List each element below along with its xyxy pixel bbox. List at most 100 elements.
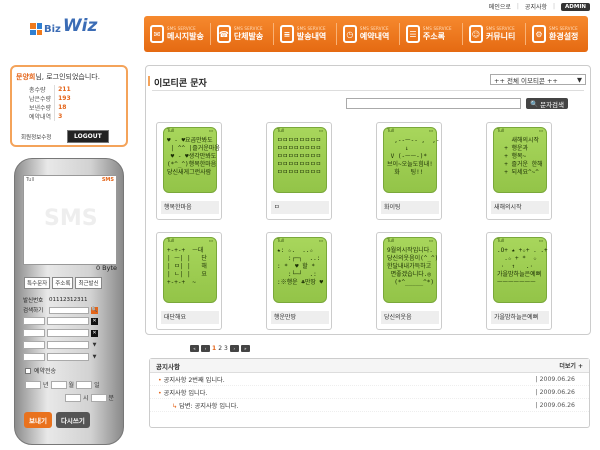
admin-button[interactable]: ADMIN xyxy=(561,2,590,11)
nav-item[interactable]: ☺ SMS SERVICE 커뮤니티 xyxy=(468,19,519,49)
notice-item-title[interactable]: 답변: 공지사항 입니다. xyxy=(158,401,238,410)
notice-header: 공지사항 더보기 + xyxy=(150,359,589,373)
signal-icon: Tull xyxy=(497,129,505,134)
recipient-number-input[interactable] xyxy=(47,353,89,361)
group-send-icon: ☎ xyxy=(216,25,231,43)
nav-item[interactable]: ☰ SMS SERVICE 주소록 xyxy=(405,19,456,49)
day-input[interactable] xyxy=(76,380,93,389)
reserve-date: 년 월 일 xyxy=(25,380,100,389)
reserve-checkbox[interactable] xyxy=(25,367,31,374)
emoticon-name: 행복한마음 xyxy=(161,201,219,214)
edit-profile-link[interactable]: 회원정보수정 xyxy=(21,133,51,141)
emoticon-text: 9월의시작입니다. 당신의웃음이(^_^) 한달내내가득하고 면좋겠습니다.◎ … xyxy=(387,247,439,286)
page-number[interactable]: 1 xyxy=(212,345,216,352)
last-page-icon[interactable]: » xyxy=(240,345,250,352)
lcd-screen: Tull ▭ 새해의시작 + 행운과 + 행복~ + 즐거운 한해 + 되세요^~… xyxy=(493,127,547,193)
recipient-name-input[interactable] xyxy=(23,353,45,361)
emoticon-card[interactable]: Tull ▭ +-+-+ ㅡ대 | ㅡ| | 단 | ㅁ| | 해 | ㄴ| | 요… xyxy=(156,232,222,330)
home-link[interactable]: 메인으로 xyxy=(489,2,511,11)
logo[interactable]: Biz Wiz xyxy=(30,18,97,35)
emoticon-card[interactable]: Tull ▭ ♥ - ♥요곱만봐도 | ^^ |즐거운마음 ♥ - ♥생각만봐도 (… xyxy=(156,122,222,220)
quota-label[interactable]: 예약내역 xyxy=(26,112,55,121)
emoticon-name: 대단해요 xyxy=(161,311,219,324)
nav-item[interactable]: ≡ SMS SERVICE 발송내역 xyxy=(279,19,330,49)
notice-item-title[interactable]: 공지사항 2번째 입니다. xyxy=(158,375,225,384)
notice-item-title[interactable]: 공지사항 입니다. xyxy=(158,388,208,397)
nav-item[interactable]: ☎ SMS SERVICE 단체발송 xyxy=(216,19,267,49)
close-icon[interactable]: ✕ xyxy=(91,329,98,337)
lcd-screen: Tull ▭ +-+-+ ㅡ대 | ㅡ| | 단 | ㅁ| | 해 | ㄴ| | 요… xyxy=(163,237,217,303)
search-input[interactable] xyxy=(346,98,521,109)
logout-button[interactable]: LOGOUT xyxy=(67,130,109,143)
recipient-number-input[interactable] xyxy=(47,341,89,349)
recipient-number-input[interactable] xyxy=(47,329,89,337)
emoticon-card[interactable]: Tull ▭ 새해의시작 + 행운과 + 행복~ + 즐거운 한해 + 되세요^~… xyxy=(486,122,552,220)
prev-page-icon[interactable]: ‹ xyxy=(201,345,210,352)
nav-item[interactable]: ◷ SMS SERVICE 예약내역 xyxy=(342,19,393,49)
minute-input[interactable] xyxy=(90,393,107,402)
more-link[interactable]: 더보기 + xyxy=(559,361,583,370)
month-input[interactable] xyxy=(50,380,67,389)
notice-row[interactable]: 공지사항 입니다. | 2009.06.26 xyxy=(150,386,589,399)
sender-number-field[interactable]: 01112312311 xyxy=(49,297,88,303)
recipient-name-input[interactable] xyxy=(23,341,45,349)
addressbook-button[interactable]: 주소록 xyxy=(52,277,74,289)
recipient-number-input[interactable] xyxy=(47,317,89,325)
user-name: 문양희 xyxy=(16,73,36,81)
main-nav: ✉ SMS SERVICE 메시지발송 ☎ SMS SERVICE 단체발송 ≡ SMS SE… xyxy=(144,16,588,52)
page-number[interactable]: 2 xyxy=(218,345,222,352)
emoticon-card[interactable]: Tull ▭ .O+ ★ +☆+ . .+ .☆ + * ☆ · ↑ .· 가을밤하… xyxy=(486,232,552,330)
search-button[interactable]: 🔍 문자검색 xyxy=(526,98,569,109)
nav-divider xyxy=(209,23,211,45)
sms-watermark: SMS xyxy=(44,206,98,231)
recipient-search-input[interactable] xyxy=(49,306,89,314)
nav-item[interactable]: ✉ SMS SERVICE 메시지발송 xyxy=(150,19,204,49)
next-page-icon[interactable]: › xyxy=(229,345,239,352)
recent-sent-button[interactable]: 최근발신 xyxy=(75,277,102,289)
category-select-value: ++ 전체 이모티콘 ++ xyxy=(494,76,558,85)
emoticon-name: 화이팅 xyxy=(381,201,439,214)
emoticon-card[interactable]: Tull ▭ ,--ㅡ-- , ,- ↓ V (-ㅡㅡ-)* 브이~오늘도힘내! … xyxy=(376,122,442,220)
phone-buttons: 특수문자 주소록 최근발신 xyxy=(24,277,102,289)
nav-divider xyxy=(272,23,274,45)
emoticon-text: +-+-+ ㅡ대 | ㅡ| | 단 | ㅁ| | 해 | ㄴ| | 요 +-+-… xyxy=(167,247,207,286)
emoticon-card[interactable]: Tull ▭ ★: ☆. ..☆ :┌─┐ ..: : * ♥ 할 * :└─┘ .… xyxy=(266,232,332,330)
nav-label: 예약내역 xyxy=(359,32,390,41)
lcd-screen: Tull ▭ ♥ - ♥요곱만봐도 | ^^ |즐거운마음 ♥ - ♥생각만봐도 (… xyxy=(163,127,220,193)
nav-label: 환경설정 xyxy=(548,32,579,41)
notice-row[interactable]: 공지사항 2번째 입니다. | 2009.06.26 xyxy=(150,373,589,386)
battery-icon: ▭ xyxy=(318,129,323,134)
category-select[interactable]: ++ 전체 이모티콘 ++ ▼ xyxy=(490,74,586,85)
lcd-screen: Tull ▭ 9월의시작입니다. 당신의웃음이(^_^) 한달내내가득하고 면좋겠습… xyxy=(383,237,439,303)
separator: | xyxy=(553,3,556,10)
recipient-name-input[interactable] xyxy=(23,317,45,325)
special-chars-button[interactable]: 특수문자 xyxy=(24,277,51,289)
hour-input[interactable] xyxy=(65,393,81,402)
reserve-toggle[interactable]: 예약전송 xyxy=(25,366,56,375)
quota-label: 총수량 xyxy=(29,87,46,94)
rewrite-button[interactable]: 다시쓰기 xyxy=(55,412,90,428)
chevron-down-icon[interactable]: ▼ xyxy=(91,354,98,361)
chevron-down-icon[interactable]: ▼ xyxy=(91,342,98,349)
signal-icon: Tull xyxy=(387,239,395,244)
emoticon-card[interactable]: Tull ▭ 9월의시작입니다. 당신의웃음이(^_^) 한달내내가득하고 면좋겠습… xyxy=(376,232,442,330)
notice-link[interactable]: 공지사항 xyxy=(525,2,547,11)
search-icon[interactable]: 🔍 xyxy=(91,306,98,314)
notice-row[interactable]: 답변: 공지사항 입니다. | 2009.06.26 xyxy=(150,399,589,412)
emoticon-name: ㅁ xyxy=(271,201,329,214)
close-icon[interactable]: ✕ xyxy=(91,317,98,325)
year-input[interactable] xyxy=(25,380,41,389)
first-page-icon[interactable]: « xyxy=(190,345,199,352)
message-textarea[interactable]: Tull SMS SMS xyxy=(23,175,117,265)
notice-title: 공지사항 xyxy=(156,362,180,371)
nav-item[interactable]: ⚙ SMS SERVICE 환경설정 xyxy=(531,19,582,49)
nav-label: 메시지발송 xyxy=(167,32,204,41)
page-number[interactable]: 3 xyxy=(224,345,228,352)
emoticon-text: ,--ㅡ-- , ,- ↓ V (-ㅡㅡ-)* 브이~오늘도힘내! 화 팅!! xyxy=(387,137,440,176)
emoticon-text: .O+ ★ +☆+ . .+ .☆ + * ☆ · ↑ .· 가을밤하늘은예뻐 … xyxy=(497,247,548,286)
phone-form: 발신번호 01112312311 검색하기 🔍 ✕ ✕ ▼ ▼ xyxy=(23,295,117,363)
send-button[interactable]: 보내기 xyxy=(24,412,52,428)
signal-icon: Tull xyxy=(387,129,395,134)
emoticon-card[interactable]: Tull ▭ ㅁㅁㅁㅁㅁㅁㅁㅁ ㅁㅁㅁㅁㅁㅁㅁㅁ ㅁㅁㅁㅁㅁㅁㅁㅁ ㅁㅁㅁㅁㅁㅁㅁㅁ… xyxy=(266,122,332,220)
recipient-name-input[interactable] xyxy=(23,329,45,337)
